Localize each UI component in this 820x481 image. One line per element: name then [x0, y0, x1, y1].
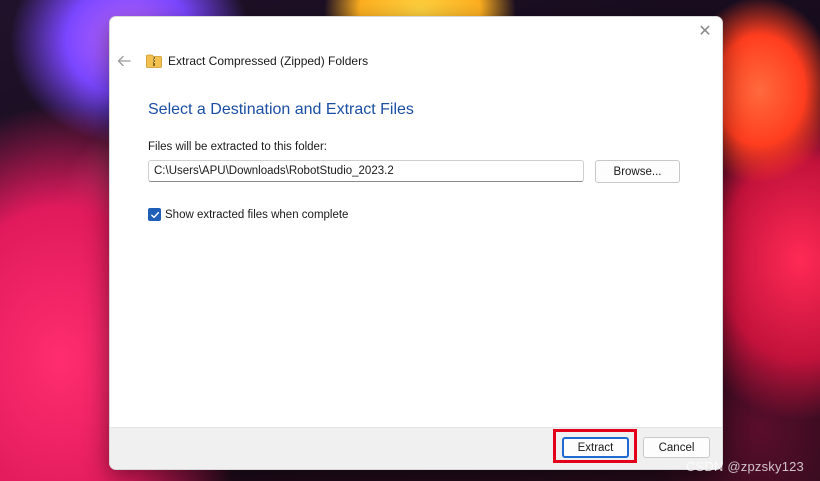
cancel-button[interactable]: Cancel [643, 437, 710, 458]
dialog-footer: Extract Cancel [110, 427, 722, 469]
back-arrow-icon [117, 55, 131, 67]
destination-label: Files will be extracted to this folder: [148, 141, 327, 153]
watermark: CSDN @zpzsky123 [685, 459, 804, 474]
extract-button[interactable]: Extract [562, 437, 629, 458]
destination-path-input[interactable] [148, 160, 584, 182]
extract-dialog: ✕ Extract Compressed (Zipped) Folders Se… [109, 16, 723, 470]
close-icon: ✕ [698, 23, 712, 40]
browse-button[interactable]: Browse... [595, 160, 680, 183]
show-files-option[interactable]: Show extracted files when complete [148, 208, 348, 221]
zip-folder-icon [146, 54, 162, 68]
page-heading: Select a Destination and Extract Files [148, 101, 414, 118]
window-title: Extract Compressed (Zipped) Folders [168, 54, 369, 68]
checkmark-icon [150, 211, 159, 218]
show-files-checkbox[interactable] [148, 208, 161, 221]
title-bar: Extract Compressed (Zipped) Folders [146, 52, 368, 70]
show-files-label: Show extracted files when complete [165, 208, 349, 221]
back-button[interactable] [116, 53, 132, 69]
close-button[interactable]: ✕ [694, 21, 716, 43]
